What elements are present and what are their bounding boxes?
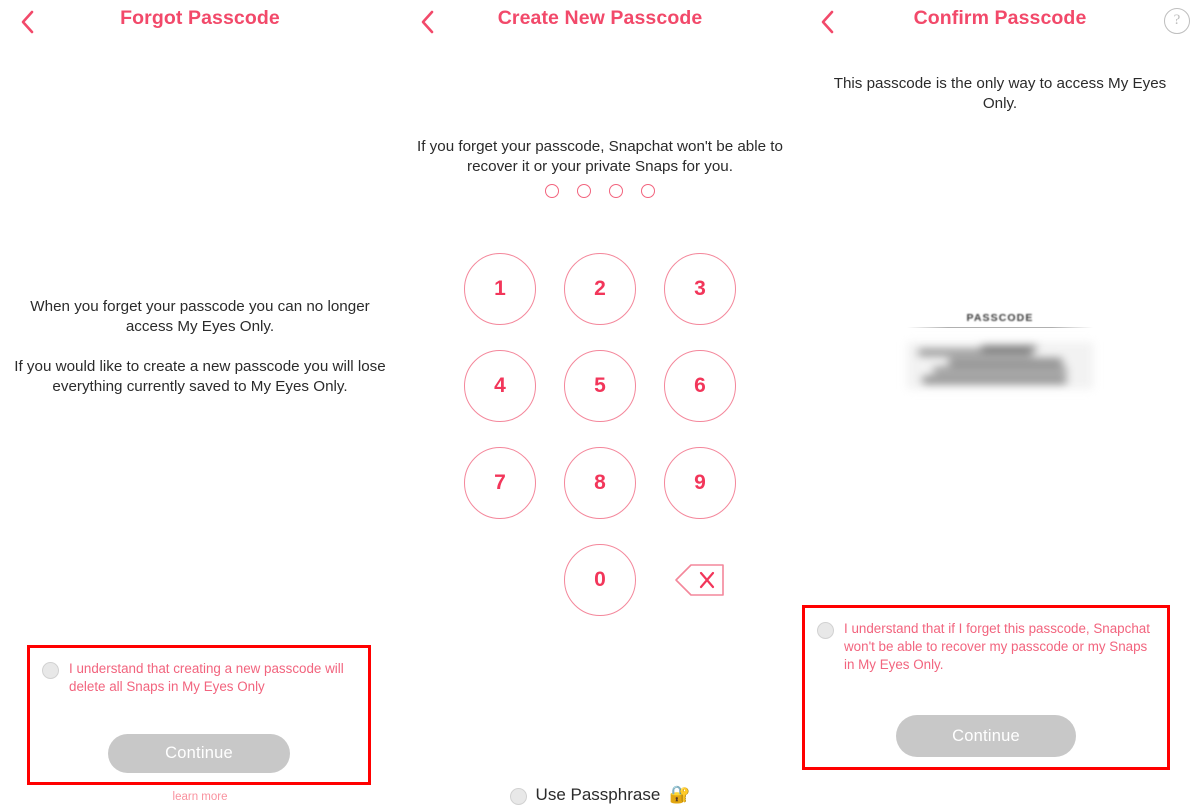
consent-label: I understand that if I forget this passc… — [844, 621, 1150, 672]
passcode-value-redacted[interactable] — [907, 342, 1093, 389]
page-title: Confirm Passcode — [913, 7, 1087, 29]
description-paragraph-1: When you forget your passcode you can no… — [30, 298, 370, 335]
keypad-key-5[interactable]: 5 — [564, 349, 636, 422]
panel-forgot-passcode: Forgot Passcode When you forget your pas… — [0, 0, 400, 810]
keypad-key-7[interactable]: 7 — [464, 446, 536, 519]
screenshot-triptych: Forgot Passcode When you forget your pas… — [0, 0, 1200, 810]
consent-row[interactable]: I understand that if I forget this passc… — [805, 608, 1167, 674]
description-paragraph-1: If you forget your passcode, Snapchat wo… — [417, 138, 783, 175]
annotation-highlight-box: I understand that creating a new passcod… — [27, 645, 371, 785]
use-passphrase-label: Use Passphrase — [535, 785, 661, 804]
page-title: Create New Passcode — [497, 7, 703, 29]
passcode-field-underline — [907, 327, 1093, 328]
confirm-passcode-description: This passcode is the only way to access … — [832, 74, 1168, 114]
learn-more-link[interactable]: learn more — [0, 791, 400, 803]
use-passphrase-toggle[interactable]: Use Passphrase 🔐 — [400, 785, 800, 805]
consent-row[interactable]: I understand that creating a new passcod… — [30, 648, 368, 696]
keypad-spacer — [464, 544, 536, 616]
annotation-highlight-box: I understand that if I forget this passc… — [802, 605, 1170, 770]
keypad-key-1[interactable]: 1 — [464, 252, 536, 325]
page-title: Forgot Passcode — [120, 7, 280, 29]
passcode-field-label: PASSCODE — [966, 312, 1034, 324]
keypad-key-2[interactable]: 2 — [564, 252, 636, 325]
keypad-backspace-button[interactable] — [668, 557, 732, 603]
radio-unchecked-icon[interactable] — [42, 662, 59, 679]
forgot-passcode-description: When you forget your passcode you can no… — [14, 297, 386, 397]
keypad-key-9[interactable]: 9 — [664, 446, 736, 519]
panel-confirm-passcode: Confirm Passcode ? This passcode is the … — [800, 0, 1200, 810]
radio-unchecked-icon[interactable] — [817, 622, 834, 639]
passcode-dot — [577, 184, 591, 198]
backspace-delete-icon — [675, 563, 724, 596]
passcode-dots — [400, 184, 800, 198]
passcode-input-group: PASSCODE — [907, 312, 1093, 389]
lock-icon: 🔐 — [669, 785, 691, 804]
panel-create-new-passcode: Create New Passcode If you forget your p… — [400, 0, 800, 810]
nav-bar-create-new-passcode: Create New Passcode — [400, 0, 800, 46]
description-paragraph-2: If you would like to create a new passco… — [14, 358, 386, 395]
keypad-key-3[interactable]: 3 — [664, 252, 736, 325]
numeric-keypad: 1 2 3 4 5 6 7 8 9 0 — [450, 240, 750, 628]
nav-bar-forgot-passcode: Forgot Passcode — [0, 0, 400, 46]
keypad-key-4[interactable]: 4 — [464, 349, 536, 422]
keypad-key-6[interactable]: 6 — [664, 349, 736, 422]
create-passcode-description: If you forget your passcode, Snapchat wo… — [416, 137, 784, 177]
continue-button[interactable]: Continue — [108, 734, 290, 773]
keypad-key-8[interactable]: 8 — [564, 446, 636, 519]
nav-bar-confirm-passcode: Confirm Passcode ? — [800, 0, 1200, 46]
passcode-dot — [641, 184, 655, 198]
description-paragraph-1: This passcode is the only way to access … — [833, 75, 1167, 112]
keypad-key-0[interactable]: 0 — [564, 543, 636, 616]
passcode-dot — [609, 184, 623, 198]
continue-button[interactable]: Continue — [896, 715, 1076, 757]
passcode-dot — [545, 184, 559, 198]
radio-unchecked-icon[interactable] — [509, 787, 527, 805]
consent-label: I understand that creating a new passcod… — [69, 661, 344, 694]
help-question-icon[interactable]: ? — [1164, 8, 1190, 34]
